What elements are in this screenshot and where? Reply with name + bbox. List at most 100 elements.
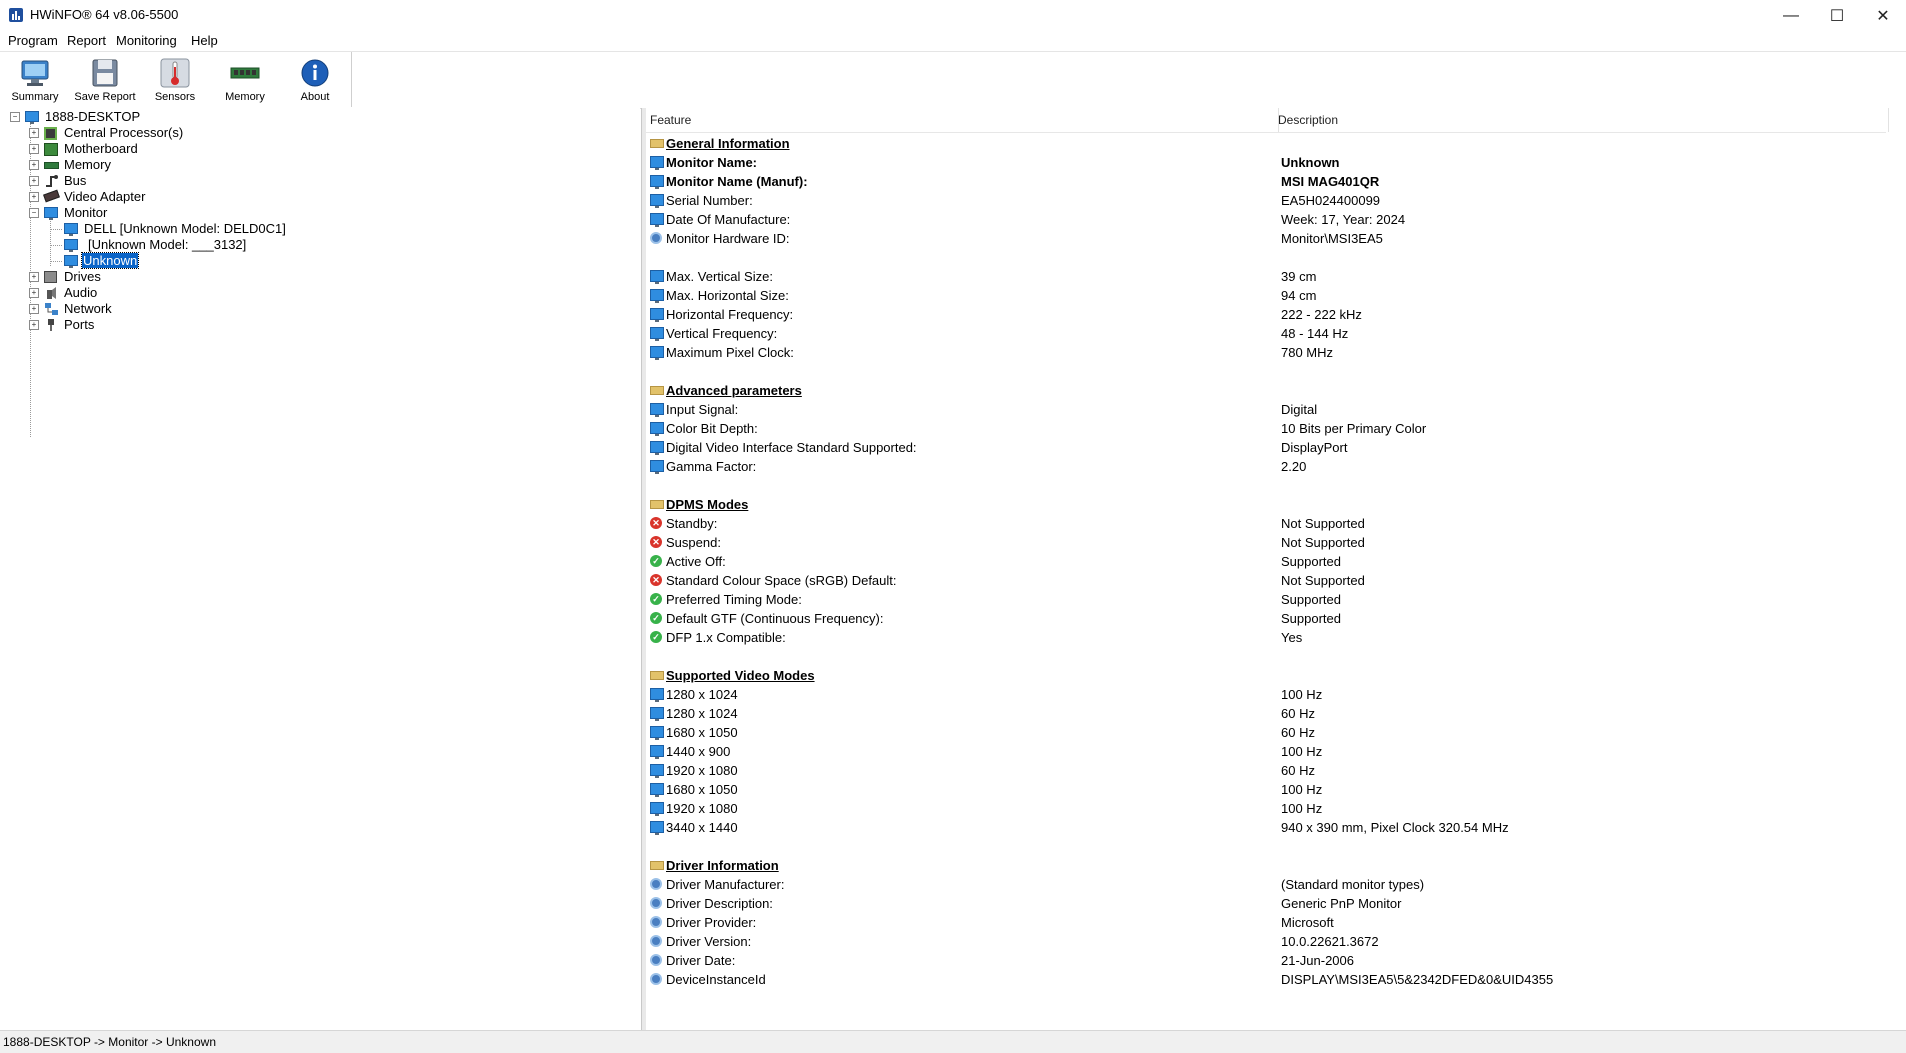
feature-label: Standby: [666, 516, 718, 531]
feature-label: Driver Version: [666, 934, 752, 949]
detail-row[interactable]: Driver Date: 21-Jun-2006 [646, 951, 1886, 970]
status-path: 1888-DESKTOP -> Monitor -> Unknown [3, 1035, 216, 1049]
detail-row[interactable]: 3440 x 1440 940 x 390 mm, Pixel Clock 320… [646, 818, 1886, 837]
detail-row[interactable]: 1680 x 1050 60 Hz [646, 723, 1886, 742]
tree-root-label[interactable]: 1888-DESKTOP [44, 109, 141, 124]
detail-row[interactable]: Maximum Pixel Clock: 780 MHz [646, 343, 1886, 362]
save-report-button[interactable]: Save Report [74, 54, 136, 106]
audio-expander[interactable]: + [29, 288, 39, 298]
feature-value: Not Supported [1281, 535, 1365, 550]
detail-row[interactable]: ✕ Suspend: Not Supported [646, 533, 1886, 552]
sensors-button[interactable]: Sensors [144, 54, 206, 106]
detail-row[interactable]: 1440 x 900 100 Hz [646, 742, 1886, 761]
menu-report[interactable]: Report [67, 33, 106, 48]
tree-item-label: Audio [64, 285, 98, 300]
detail-row[interactable]: DeviceInstanceId DISPLAY\MSI3EA5\5&2342DF… [646, 970, 1886, 989]
tree-item-label: Motherboard [64, 141, 138, 156]
monitor-icon [650, 688, 664, 702]
detail-row[interactable]: Input Signal: Digital [646, 400, 1886, 419]
folder-icon [650, 386, 664, 395]
menu-help[interactable]: Help [191, 33, 218, 48]
close-button[interactable]: ✕ [1860, 0, 1906, 31]
device-tree[interactable]: − 1888-DESKTOP + Central Processor(s) + … [0, 108, 640, 1030]
detail-row[interactable]: ✕ Standby: Not Supported [646, 514, 1886, 533]
detail-row[interactable]: ✓ Default GTF (Continuous Frequency): Supp… [646, 609, 1886, 628]
description-column-header[interactable]: Description [1274, 108, 1889, 132]
root-collapse-expander[interactable]: − [10, 112, 20, 122]
section-title: Driver Information [666, 858, 779, 873]
menu-monitoring[interactable]: Monitoring [116, 33, 177, 48]
detail-row[interactable]: Digital Video Interface Standard Support… [646, 438, 1886, 457]
detail-row[interactable]: ✕ Standard Colour Space (sRGB) Default: No… [646, 571, 1886, 590]
minimize-button[interactable]: — [1768, 0, 1814, 31]
spacer-row [646, 476, 1886, 495]
detail-row[interactable]: Driver Manufacturer: (Standard monitor ty… [646, 875, 1886, 894]
feature-value: Yes [1281, 630, 1303, 645]
detail-row[interactable]: Monitor Name (Manuf): MSI MAG401QR [646, 172, 1886, 191]
cpu-expander[interactable]: + [29, 128, 39, 138]
detail-row[interactable]: 1920 x 1080 100 Hz [646, 799, 1886, 818]
monitor-expander[interactable]: − [29, 208, 39, 218]
feature-value: 100 Hz [1281, 801, 1323, 816]
detail-row[interactable]: Serial Number: EA5H024400099 [646, 191, 1886, 210]
feature-column-header[interactable]: Feature [646, 108, 1279, 132]
section-header-row[interactable]: Supported Video Modes [646, 666, 1886, 685]
detail-row[interactable]: 1680 x 1050 100 Hz [646, 780, 1886, 799]
detail-row[interactable]: 1280 x 1024 100 Hz [646, 685, 1886, 704]
memory-button[interactable]: Memory [214, 54, 276, 106]
feature-label: Driver Manufacturer: [666, 877, 785, 892]
drives-expander[interactable]: + [29, 272, 39, 282]
monitor-icon [650, 422, 664, 436]
detail-row[interactable]: Color Bit Depth: 10 Bits per Primary Colo… [646, 419, 1886, 438]
title-bar: HWiNFO® 64 v8.06-5500 — ☐ ✕ [0, 0, 1906, 31]
bus-expander[interactable]: + [29, 176, 39, 186]
menu-program[interactable]: Program [8, 33, 58, 48]
floppy-icon [90, 58, 120, 88]
detail-row[interactable]: 1920 x 1080 60 Hz [646, 761, 1886, 780]
detail-row[interactable]: 1280 x 1024 60 Hz [646, 704, 1886, 723]
hwinfo-app-icon [9, 8, 23, 22]
detail-row[interactable]: Driver Version: 10.0.22621.3672 [646, 932, 1886, 951]
video-adapter-expander[interactable]: + [29, 192, 39, 202]
detail-row[interactable]: ✓ Active Off: Supported [646, 552, 1886, 571]
detail-row[interactable]: Monitor Name: Unknown [646, 153, 1886, 172]
feature-label: Driver Provider: [666, 915, 757, 930]
folder-icon [650, 861, 664, 870]
motherboard-expander[interactable]: + [29, 144, 39, 154]
section-header-row[interactable]: Advanced parameters [646, 381, 1886, 400]
details-list[interactable]: Feature Description General Information M… [646, 108, 1906, 1030]
monitor-icon [650, 175, 664, 189]
section-header-row[interactable]: Driver Information [646, 856, 1886, 875]
ports-expander[interactable]: + [29, 320, 39, 330]
gear-icon [650, 935, 662, 947]
maximize-button[interactable]: ☐ [1814, 0, 1860, 31]
detail-row[interactable]: Driver Description: Generic PnP Monitor [646, 894, 1886, 913]
detail-row[interactable]: Date Of Manufacture: Week: 17, Year: 2024 [646, 210, 1886, 229]
detail-row[interactable]: ✓ DFP 1.x Compatible: Yes [646, 628, 1886, 647]
gear-icon [650, 916, 662, 928]
section-header-row[interactable]: General Information [646, 134, 1886, 153]
cpu-icon [44, 127, 57, 140]
summary-button[interactable]: Summary [4, 54, 66, 106]
monitor-icon [64, 255, 78, 268]
feature-label: DeviceInstanceId [666, 972, 766, 987]
network-expander[interactable]: + [29, 304, 39, 314]
about-button[interactable]: About [284, 54, 346, 106]
detail-row[interactable]: ✓ Preferred Timing Mode: Supported [646, 590, 1886, 609]
detail-row[interactable]: Horizontal Frequency: 222 - 222 kHz [646, 305, 1886, 324]
detail-row[interactable]: Gamma Factor: 2.20 [646, 457, 1886, 476]
folder-icon [650, 671, 664, 680]
feature-value: 222 - 222 kHz [1281, 307, 1362, 322]
detail-row[interactable]: Monitor Hardware ID: Monitor\MSI3EA5 [646, 229, 1886, 248]
detail-row[interactable]: Driver Provider: Microsoft [646, 913, 1886, 932]
gear-icon [650, 954, 662, 966]
memory-expander[interactable]: + [29, 160, 39, 170]
toolbar: Summary Save Report Sensors Memory About [0, 52, 1906, 109]
detail-row[interactable]: Max. Vertical Size: 39 cm [646, 267, 1886, 286]
monitor-icon [650, 327, 664, 341]
detail-row[interactable]: Max. Horizontal Size: 94 cm [646, 286, 1886, 305]
section-header-row[interactable]: DPMS Modes [646, 495, 1886, 514]
feature-value: Not Supported [1281, 516, 1365, 531]
feature-label: Max. Horizontal Size: [666, 288, 789, 303]
detail-row[interactable]: Vertical Frequency: 48 - 144 Hz [646, 324, 1886, 343]
